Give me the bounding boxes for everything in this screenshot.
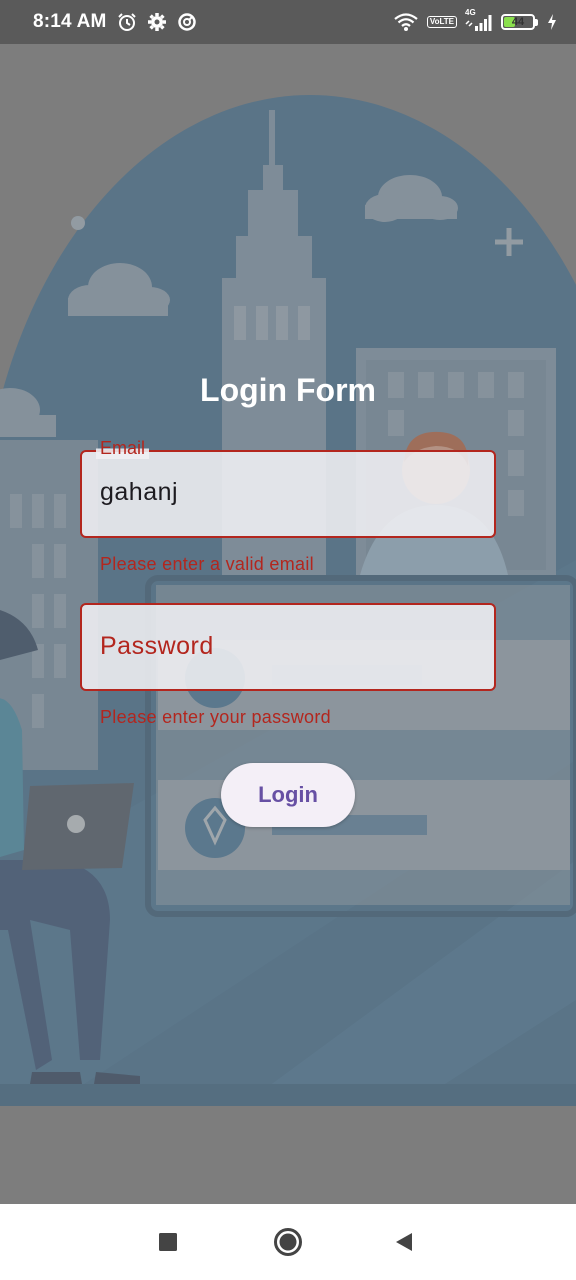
home-icon	[274, 1228, 302, 1256]
email-field-label: Email	[96, 438, 150, 459]
recents-button[interactable]	[130, 1204, 206, 1280]
battery-icon: 44	[501, 14, 538, 30]
back-icon	[396, 1233, 412, 1251]
status-left: 8:14 AM	[33, 11, 197, 33]
gear-icon	[147, 12, 167, 32]
recents-icon	[159, 1233, 177, 1251]
system-nav-bar	[0, 1204, 576, 1280]
page-title: Login Form	[200, 372, 376, 408]
password-error-text: Please enter your password	[100, 707, 331, 727]
volte-icon: Vo LTE	[426, 16, 457, 28]
password-field[interactable]: Password	[80, 603, 496, 691]
password-placeholder: Password	[100, 632, 214, 660]
wifi-icon	[393, 12, 419, 32]
email-field[interactable]: gahanj	[80, 450, 496, 538]
volte-label-top: Vo	[429, 17, 440, 26]
volte-label-bottom: LTE	[439, 17, 454, 26]
back-button[interactable]	[366, 1204, 442, 1280]
battery-body: 44	[501, 14, 535, 30]
status-bar: 8:14 AM Vo LTE 4G 44	[0, 0, 576, 44]
status-right: Vo LTE 4G 44	[393, 8, 558, 32]
signal-icon: 4G	[465, 8, 493, 32]
alarm-icon	[117, 12, 137, 32]
home-button[interactable]	[250, 1204, 326, 1280]
email-error-text: Please enter a valid email	[100, 554, 314, 574]
login-button[interactable]: Login	[221, 763, 355, 827]
status-time: 8:14 AM	[33, 11, 107, 32]
email-input-value[interactable]: gahanj	[100, 478, 178, 507]
battery-level: 44	[511, 16, 525, 28]
network-type: 4G	[465, 8, 476, 17]
battery-tip	[535, 18, 538, 26]
charging-icon	[546, 13, 558, 31]
data-saver-icon	[177, 12, 197, 32]
